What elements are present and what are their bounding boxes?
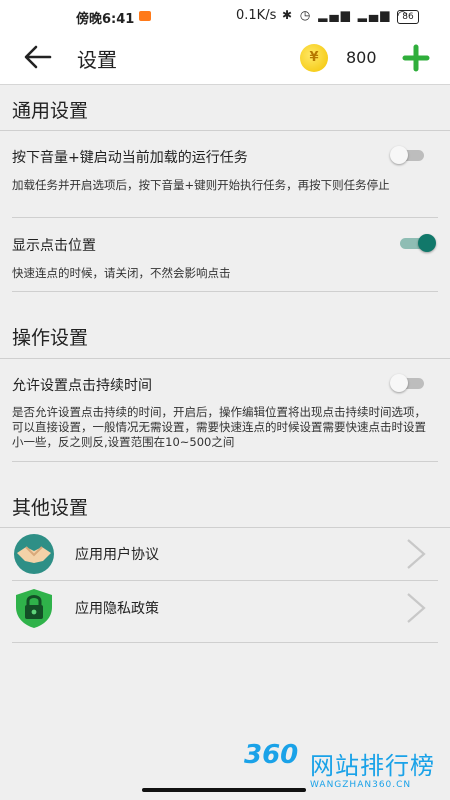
divider bbox=[12, 291, 438, 292]
switch-knob bbox=[390, 374, 408, 392]
watermark-url: WANGZHAN360.CN bbox=[310, 780, 412, 790]
divider bbox=[12, 642, 438, 643]
chevron-right-icon bbox=[407, 539, 426, 569]
volume-start-label: 按下音量+键启动当前加载的运行任务 bbox=[12, 150, 248, 166]
status-time: 傍晚6:41 bbox=[76, 12, 135, 27]
divider bbox=[12, 580, 438, 581]
user-agreement-label: 应用用户协议 bbox=[75, 547, 159, 563]
handshake-icon bbox=[14, 534, 54, 574]
privacy-policy-row[interactable]: 应用隐私政策 bbox=[0, 582, 450, 634]
coin-icon: ¥ bbox=[300, 44, 328, 72]
show-click-switch[interactable] bbox=[398, 234, 436, 252]
signal-icons: ✱ ◷ ▂▄▆ ▂▄▆ ◠ bbox=[282, 8, 410, 22]
divider bbox=[0, 358, 450, 359]
duration-switch[interactable] bbox=[390, 374, 426, 392]
coin-count: 800 bbox=[346, 48, 377, 67]
user-agreement-row[interactable]: 应用用户协议 bbox=[0, 528, 450, 580]
status-bar: 傍晚6:41 0.1K/s ✱ ◷ ▂▄▆ ▂▄▆ ◠ 86 bbox=[0, 0, 450, 30]
chevron-right-icon bbox=[407, 593, 426, 623]
section-title-other: 其他设置 bbox=[12, 497, 89, 519]
section-title-operation: 操作设置 bbox=[12, 327, 89, 349]
notification-icon bbox=[139, 11, 151, 21]
duration-desc: 是否允许设置点击持续的时间，开启后，操作编辑位置将出现点击持续时间选项，可以直接… bbox=[12, 405, 426, 449]
divider bbox=[0, 130, 450, 131]
privacy-policy-label: 应用隐私政策 bbox=[75, 601, 159, 617]
divider bbox=[12, 217, 438, 218]
switch-knob bbox=[390, 146, 408, 164]
page-title: 设置 bbox=[77, 48, 117, 72]
switch-knob bbox=[418, 234, 436, 252]
app-bar: 设置 ¥ 800 bbox=[0, 30, 450, 85]
volume-start-desc: 加载任务并开启选项后，按下音量+键则开始执行任务，再按下则任务停止 bbox=[12, 178, 390, 192]
lock-shield-icon bbox=[16, 589, 52, 628]
network-speed: 0.1K/s bbox=[236, 8, 277, 23]
divider bbox=[12, 461, 438, 462]
duration-label: 允许设置点击持续时间 bbox=[12, 378, 152, 394]
battery-icon: 86 bbox=[397, 10, 419, 24]
add-coins-icon[interactable] bbox=[402, 44, 430, 72]
watermark-name: 网站排行榜 bbox=[310, 752, 435, 780]
back-arrow-icon[interactable] bbox=[22, 42, 54, 72]
home-indicator bbox=[142, 788, 306, 792]
show-click-label: 显示点击位置 bbox=[12, 238, 96, 254]
show-click-desc: 快速连点的时候，请关闭，不然会影响点击 bbox=[12, 266, 231, 280]
section-title-general: 通用设置 bbox=[12, 100, 89, 122]
volume-start-switch[interactable] bbox=[390, 146, 426, 164]
watermark-logo: 360 bbox=[244, 740, 299, 770]
